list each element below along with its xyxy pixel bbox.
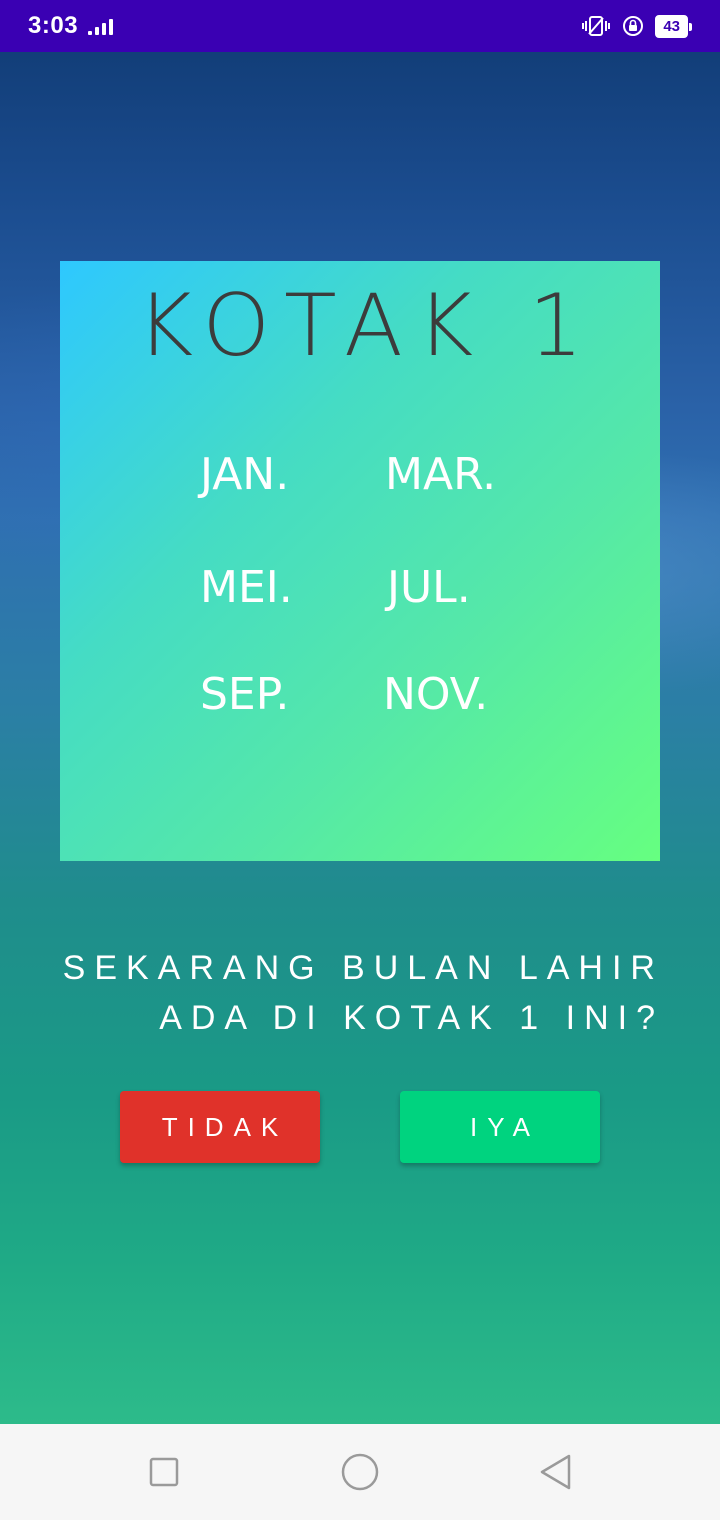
status-time: 3:03 — [28, 12, 79, 39]
question-line-1: SEKARANG BULAN LAHIR — [62, 949, 664, 987]
month-label: JUL. — [387, 562, 471, 613]
status-right: 43 — [581, 14, 692, 38]
question-line-2: ADA DI KOTAK 1 INI? — [159, 999, 664, 1037]
vibrate-icon — [581, 14, 611, 38]
box-title: KOTAK 1 — [136, 276, 598, 376]
home-icon[interactable] — [340, 1452, 380, 1492]
recent-apps-icon[interactable] — [144, 1452, 184, 1492]
battery-icon: 43 — [655, 14, 692, 38]
no-button[interactable]: TIDAK — [120, 1091, 320, 1163]
rotation-lock-icon — [621, 14, 645, 38]
back-icon[interactable] — [536, 1452, 576, 1492]
yes-button[interactable]: IYA — [400, 1091, 600, 1163]
month-label: NOV. — [383, 669, 489, 720]
navigation-bar — [0, 1424, 720, 1520]
status-bar: 3:03 43 — [0, 0, 720, 52]
month-label: JAN. — [200, 449, 290, 500]
signal-icon — [88, 17, 114, 35]
month-label: SEP. — [200, 669, 290, 720]
status-left: 3:03 — [28, 12, 114, 40]
month-label: MEI. — [200, 562, 293, 613]
month-label: MAR. — [385, 449, 497, 500]
